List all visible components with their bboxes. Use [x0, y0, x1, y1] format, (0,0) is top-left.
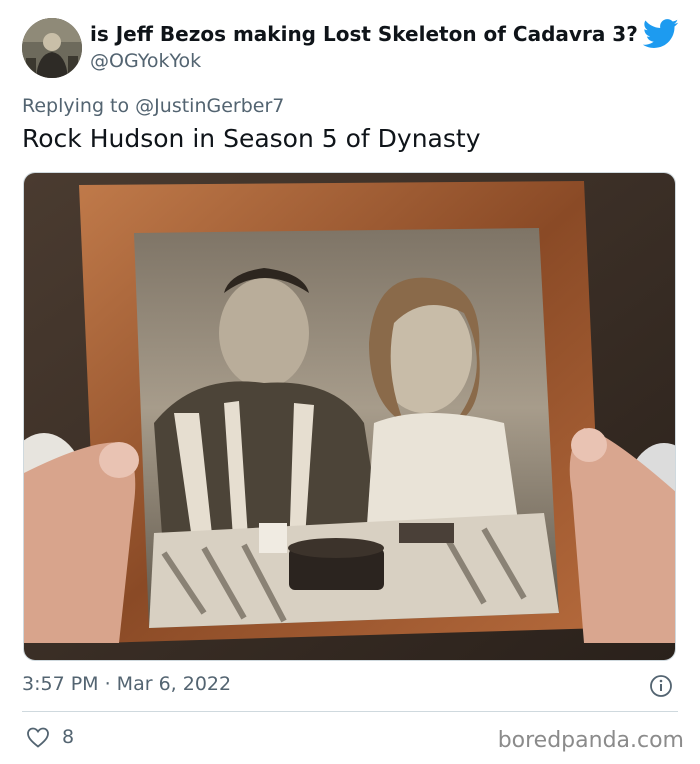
avatar[interactable]: [22, 18, 82, 78]
tweet-timestamp[interactable]: 3:57 PM · Mar 6, 2022: [22, 673, 231, 695]
heart-icon[interactable]: [26, 726, 50, 748]
info-icon[interactable]: [649, 674, 673, 698]
tweet-text: Rock Hudson in Season 5 of Dynasty: [22, 124, 481, 153]
user-handle[interactable]: @OGYokYok: [90, 50, 201, 72]
reply-context: Replying to @JustinGerber7: [22, 95, 284, 117]
display-name[interactable]: is Jeff Bezos making Lost Skeleton of Ca…: [90, 22, 638, 46]
like-count: 8: [62, 726, 75, 748]
tweet-media-photo[interactable]: [23, 172, 676, 661]
reply-to-handle[interactable]: @JustinGerber7: [135, 95, 284, 117]
divider: [22, 711, 678, 712]
watermark: boredpanda.com: [497, 728, 684, 753]
twitter-bird-icon: [643, 19, 679, 48]
reply-prefix: Replying to: [22, 95, 130, 117]
